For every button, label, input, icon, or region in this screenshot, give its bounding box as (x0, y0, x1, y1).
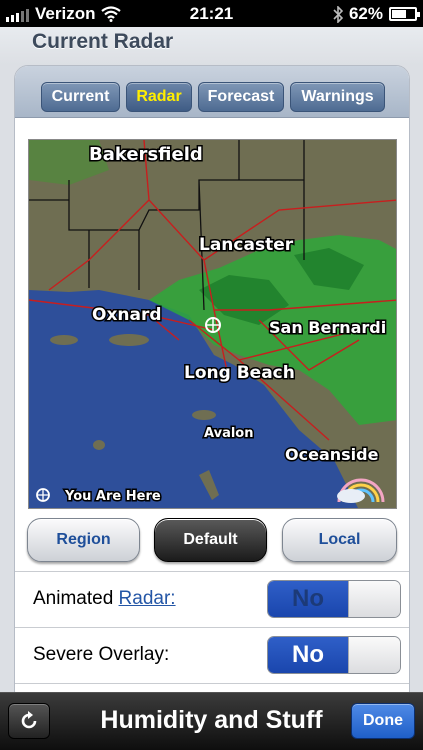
island (192, 410, 216, 420)
toggle-knob (348, 581, 400, 617)
animated-radar-label: Animated Radar: (33, 588, 176, 609)
map-label-long-beach: Long Beach (184, 363, 295, 383)
bluetooth-icon (333, 5, 343, 23)
tab-bar: Current Radar Forecast Warnings (15, 66, 409, 118)
severe-overlay-toggle[interactable]: No (267, 636, 401, 674)
default-button[interactable]: Default (154, 518, 267, 562)
tab-current[interactable]: Current (41, 82, 120, 112)
map-label-lancaster: Lancaster (199, 235, 294, 255)
radar-map[interactable]: Bakersfield Lancaster Oxnard San Bernard… (28, 139, 397, 509)
severe-overlay-row: Severe Overlay: No (15, 627, 409, 683)
island (109, 334, 149, 346)
page-header: Current Radar (0, 27, 423, 65)
map-label-san-bernardi: San Bernardi (269, 318, 386, 337)
toggle-knob (348, 637, 400, 673)
severe-overlay-toggle-value: No (268, 637, 348, 673)
battery-percent: 62% (348, 4, 383, 23)
animated-radar-row: Animated Radar: No (15, 571, 409, 627)
severe-overlay-label: Severe Overlay: (33, 644, 170, 665)
tab-radar[interactable]: Radar (126, 82, 192, 112)
island (50, 335, 78, 345)
status-bar: Verizon 21:21 62% (0, 0, 423, 27)
animated-radar-toggle-value: No (268, 581, 348, 617)
bottom-toolbar: Humidity and Stuff Done (0, 692, 423, 750)
animated-radar-toggle[interactable]: No (267, 580, 401, 618)
you-are-here-label: You Are Here (64, 489, 161, 504)
tab-forecast[interactable]: Forecast (198, 82, 284, 112)
region-button[interactable]: Region (27, 518, 140, 562)
page-title: Current Radar (32, 30, 174, 53)
island (93, 440, 105, 450)
map-label-oceanside: Oceanside (285, 445, 379, 464)
radar-card: Current Radar Forecast Warnings Bakersfi… (14, 65, 410, 705)
map-label-bakersfield: Bakersfield (89, 144, 203, 165)
tab-warnings[interactable]: Warnings (290, 82, 385, 112)
radar-link[interactable]: Radar: (119, 588, 176, 609)
map-label-avalon: Avalon (204, 426, 254, 441)
map-label-oxnard: Oxnard (92, 305, 162, 325)
battery-icon (389, 7, 420, 21)
done-button[interactable]: Done (351, 703, 415, 739)
local-button[interactable]: Local (282, 518, 397, 562)
